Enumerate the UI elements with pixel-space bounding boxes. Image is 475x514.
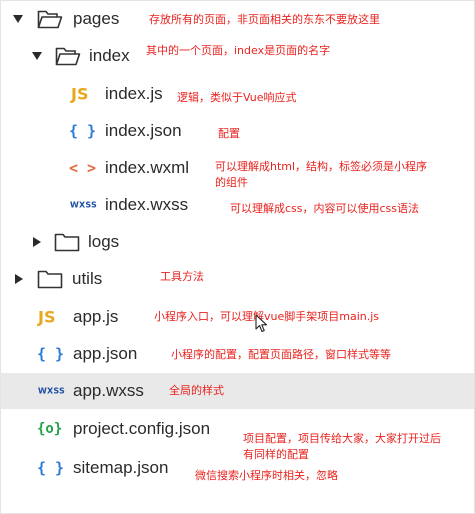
js-file-icon: JS <box>71 84 89 104</box>
tree-item-label: app.json <box>73 344 138 363</box>
chevron-down-icon[interactable] <box>32 52 42 60</box>
tree-item-label: index.json <box>105 121 182 140</box>
tree-item-label: index.wxss <box>105 195 189 214</box>
tree-item-label: sitemap.json <box>73 458 169 477</box>
chevron-right-icon[interactable] <box>33 237 41 247</box>
tree-item-label: index.js <box>105 84 163 103</box>
chevron-right-icon[interactable] <box>15 274 23 284</box>
annotation-project-config-line1: 项目配置，项目传给大家，大家打开过后 <box>243 432 441 445</box>
tree-item-utils[interactable]: utils <box>1 261 474 297</box>
annotation-pages: 存放所有的页面，非页面相关的东东不要放这里 <box>149 13 380 26</box>
tree-item-label: logs <box>88 232 120 251</box>
annotation-index-json: 配置 <box>218 127 240 140</box>
chevron-down-icon[interactable] <box>13 15 23 23</box>
tree-item-label: pages <box>73 9 120 28</box>
annotation-app-wxss: 全局的样式 <box>169 384 224 397</box>
tree-item-label: app.js <box>73 307 119 326</box>
tree-item-label: utils <box>72 269 103 288</box>
file-explorer: pages 存放所有的页面，非页面相关的东东不要放这里 index 其中的一个页… <box>0 0 475 514</box>
config-file-icon: {o} <box>37 421 63 437</box>
wxss-file-icon: WXSS <box>38 386 65 396</box>
annotation-app-json: 小程序的配置，配置页面路径，窗口样式等等 <box>171 348 391 361</box>
annotation-index-js: 逻辑，类似于Vue响应式 <box>177 91 297 104</box>
folder-icon <box>54 232 80 252</box>
tree-item-label: index <box>89 46 130 65</box>
json-file-icon: { } <box>69 122 97 140</box>
json-file-icon: { } <box>37 459 65 477</box>
annotation-index-wxss: 可以理解成css，内容可以使用css语法 <box>230 202 420 215</box>
folder-open-icon <box>37 9 63 29</box>
tree-item-label: project.config.json <box>73 419 211 438</box>
annotation-index-wxml-line1: 可以理解成html，结构，标签必须是小程序 <box>215 160 428 173</box>
annotation-utils: 工具方法 <box>160 270 204 283</box>
tree-item-logs[interactable]: logs <box>1 224 474 260</box>
folder-icon <box>37 269 63 289</box>
annotation-sitemap: 微信搜索小程序时相关，忽略 <box>195 469 338 482</box>
folder-open-icon <box>55 46 81 66</box>
mouse-cursor-icon <box>255 314 268 337</box>
wxml-file-icon: < > <box>69 159 97 177</box>
tree-item-app-wxss[interactable]: WXSS app.wxss <box>1 373 474 409</box>
tree-item-label: index.wxml <box>105 158 190 177</box>
wxss-file-icon: WXSS <box>70 200 97 210</box>
tree-item-label: app.wxss <box>73 381 144 400</box>
annotation-index: 其中的一个页面，index是页面的名字 <box>146 44 331 57</box>
json-file-icon: { } <box>37 345 65 363</box>
js-file-icon: JS <box>38 307 56 327</box>
